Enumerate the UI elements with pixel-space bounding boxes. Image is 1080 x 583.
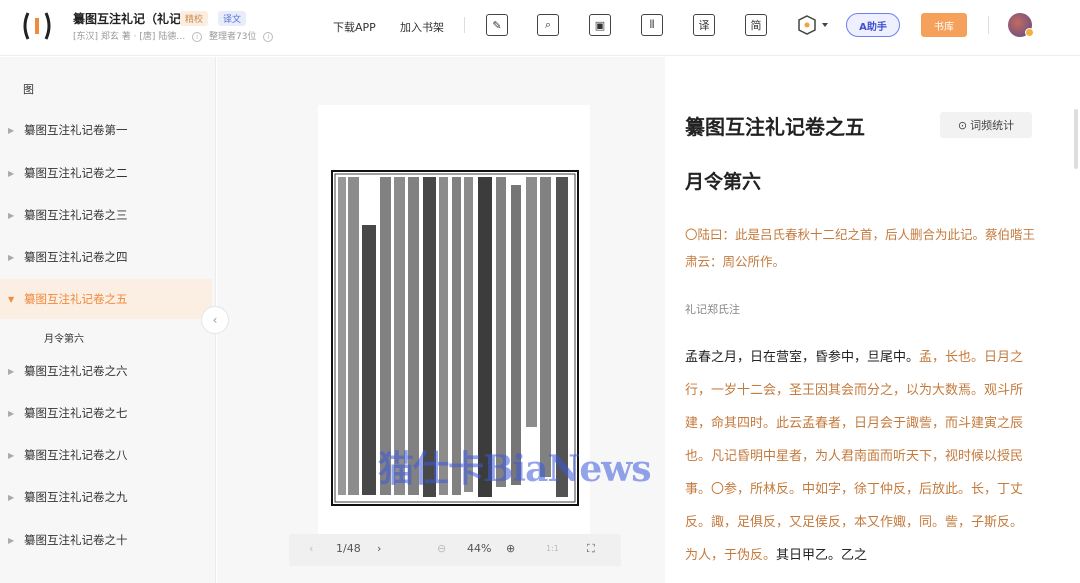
zoom-in-icon[interactable]: ⊕ bbox=[506, 542, 515, 555]
simplified-button[interactable]: 简 bbox=[745, 14, 767, 36]
watermark-text: 猫仕卡BiaNews bbox=[378, 448, 651, 490]
viewer-toolbar: ‹ 1/48 › ⊖ 44% ⊕ 1:1 ⛶ bbox=[289, 534, 621, 566]
book-editors: 整理者73位 bbox=[208, 32, 257, 42]
fullscreen-icon[interactable]: ⛶ bbox=[587, 542, 595, 556]
toc-item[interactable]: ▶ 纂图互注礼记卷第一 bbox=[0, 110, 212, 150]
editor-note[interactable]: 〇陆曰：此是吕氏春秋十二纪之首，后人删合为此记。蔡伯喈王肃云：周公所作。 bbox=[685, 221, 1035, 275]
translate-button[interactable]: 译 bbox=[693, 14, 715, 36]
library-button[interactable]: 书库 bbox=[921, 13, 967, 37]
avatar-badge-icon bbox=[1025, 28, 1034, 37]
toc-item[interactable]: ▶ 纂图互注礼记卷之三 bbox=[0, 195, 212, 235]
info-icon[interactable]: i bbox=[263, 31, 274, 42]
search-icon: ⊙ bbox=[957, 118, 968, 132]
book-authors: [东汉] 郑玄 著 · [唐] 陆德… bbox=[73, 32, 186, 42]
toc-item-label: 纂图互注礼记卷之四 bbox=[24, 250, 128, 264]
section-title: 月令第六 bbox=[685, 171, 762, 193]
main-text[interactable]: 孟春之月，日在营室，昏参中，旦尾中。孟，长也。日月之行，一岁十二会，圣王因其会而… bbox=[685, 341, 1035, 572]
ai-assistant-button[interactable]: A助手 bbox=[846, 13, 900, 37]
top-header: 纂图互注礼记（礼记） 精校 译文 [东汉] 郑玄 著 · [唐] 陆德… i 整… bbox=[0, 0, 1080, 56]
caret-down-icon: ▼ bbox=[8, 294, 15, 304]
app-logo-icon[interactable] bbox=[20, 10, 54, 42]
caret-right-icon: ▶ bbox=[8, 535, 15, 545]
toc-item-label: 纂图互注礼记卷之七 bbox=[24, 406, 128, 420]
caret-right-icon: ▶ bbox=[8, 366, 15, 376]
header-divider bbox=[988, 16, 989, 34]
toc-item[interactable]: ▶ 纂图互注礼记卷之四 bbox=[0, 237, 212, 277]
content-scrollbar[interactable] bbox=[1074, 109, 1078, 169]
image-icon[interactable]: ▣ bbox=[589, 14, 611, 36]
toc-item[interactable]: ▶ 纂图互注礼记卷之二 bbox=[0, 153, 212, 193]
toc-item-label: 纂图互注礼记卷之五 bbox=[24, 292, 128, 306]
main-text-commentary: 孟，长也。日月之行，一岁十二会，圣王因其会而分之，以为大数焉。观斗所建，命其四时… bbox=[685, 350, 1024, 563]
annotator-label: 礼记郑氏注 bbox=[685, 303, 740, 316]
caret-right-icon: ▶ bbox=[8, 252, 15, 262]
toc-item-label: 纂图互注礼记卷之三 bbox=[24, 208, 128, 222]
toc-heading: 图 bbox=[23, 83, 34, 96]
columns-icon[interactable]: ⫴ bbox=[641, 14, 663, 36]
caret-right-icon: ▶ bbox=[8, 492, 15, 502]
zoom-out-icon[interactable]: ⊖ bbox=[437, 542, 446, 555]
badge-proofread: 精校 bbox=[180, 11, 209, 26]
settings-hex-icon[interactable] bbox=[796, 14, 832, 36]
download-app-link[interactable]: 下载APP bbox=[333, 19, 376, 35]
toc-sidebar: 图 ▶ 纂图互注礼记卷第一 ▶ 纂图互注礼记卷之二 ▶ 纂图互注礼记卷之三 ▶ 纂图互注… bbox=[0, 57, 216, 583]
toc-item-label: 纂图互注礼记卷之六 bbox=[24, 364, 128, 378]
caret-right-icon: ▶ bbox=[8, 450, 15, 460]
toc-item[interactable]: ▶ 纂图互注礼记卷之七 bbox=[0, 393, 212, 433]
add-to-shelf-link[interactable]: 加入书架 bbox=[400, 19, 444, 35]
scan-viewer: ‹ 1/48 › ⊖ 44% ⊕ 1:1 ⛶ bbox=[217, 57, 665, 583]
page-indicator: 1/48 bbox=[336, 542, 361, 555]
toc-item[interactable]: ▶ 纂图互注礼记卷之八 bbox=[0, 435, 212, 475]
next-page-icon[interactable]: › bbox=[377, 542, 381, 555]
main-text-classic: 孟春之月，日在营室，昏参中，旦尾中。 bbox=[685, 350, 920, 365]
toc-item[interactable]: ▶ 纂图互注礼记卷之十 bbox=[0, 520, 212, 560]
toc-item-label: 纂图互注礼记卷第一 bbox=[24, 123, 128, 137]
info-icon[interactable]: i bbox=[192, 31, 203, 42]
book-title: 纂图互注礼记（礼记） bbox=[73, 12, 194, 26]
book-meta: [东汉] 郑玄 著 · [唐] 陆德… i 整理者73位 i bbox=[73, 29, 277, 42]
toc-item[interactable]: ▶ 纂图互注礼记卷之九 bbox=[0, 477, 212, 517]
header-divider bbox=[464, 17, 465, 33]
caret-right-icon: ▶ bbox=[8, 168, 15, 178]
toc-item-label: 纂图互注礼记卷之十 bbox=[24, 533, 128, 547]
chapter-title: 纂图互注礼记卷之五 bbox=[685, 115, 865, 139]
badge-translation: 译文 bbox=[218, 11, 247, 26]
word-frequency-button[interactable]: ⊙ 词频统计 bbox=[940, 112, 1032, 138]
prev-page-icon[interactable]: ‹ bbox=[309, 542, 313, 555]
toc-item-label: 纂图互注礼记卷之九 bbox=[24, 490, 128, 504]
toc-item-active[interactable]: ▼ 纂图互注礼记卷之五 bbox=[0, 279, 212, 319]
toc-item-label: 纂图互注礼记卷之八 bbox=[24, 448, 128, 462]
reading-content: 纂图互注礼记卷之五 ⊙ 词频统计 月令第六 〇陆曰：此是吕氏春秋十二纪之首，后人… bbox=[666, 57, 1080, 583]
collapse-sidebar-button[interactable]: ‹ bbox=[201, 306, 229, 334]
search-icon[interactable]: ⌕ bbox=[537, 14, 559, 36]
word-frequency-label: 词频统计 bbox=[970, 119, 1015, 132]
toc-item[interactable]: ▶ 纂图互注礼记卷之六 bbox=[0, 351, 212, 391]
caret-right-icon: ▶ bbox=[8, 125, 15, 135]
toc-subitem[interactable]: 月令第六 bbox=[44, 330, 84, 345]
zoom-level: 44% bbox=[467, 542, 492, 555]
main-text-classic: 其日甲乙。乙之 bbox=[776, 548, 868, 563]
note-pen-icon[interactable]: ✎ bbox=[486, 14, 508, 36]
caret-right-icon: ▶ bbox=[8, 408, 15, 418]
caret-right-icon: ▶ bbox=[8, 210, 15, 220]
actual-size-icon[interactable]: 1:1 bbox=[546, 544, 559, 553]
toc-item-label: 纂图互注礼记卷之二 bbox=[24, 166, 128, 180]
